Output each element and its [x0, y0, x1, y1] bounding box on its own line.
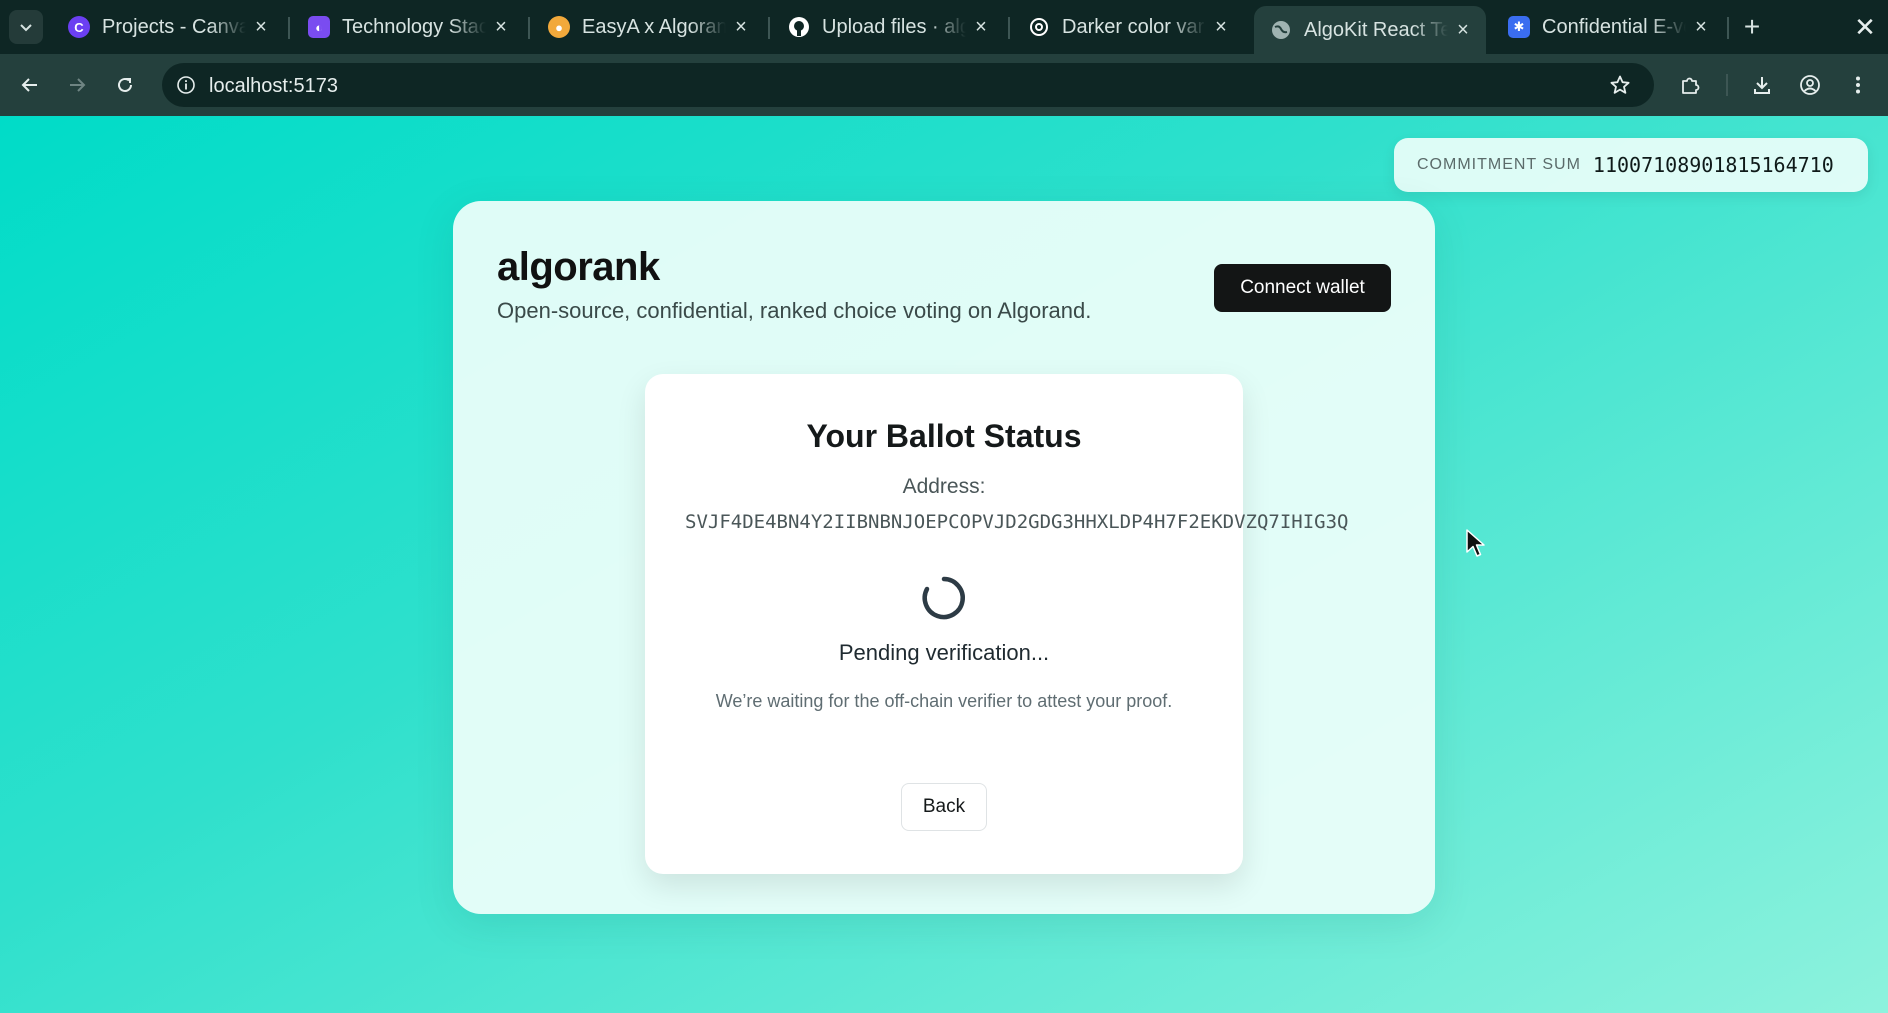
chevron-down-icon [20, 24, 32, 32]
arrow-right-icon [70, 78, 86, 92]
app-subtitle: Open-source, confidential, ranked choice… [497, 298, 1092, 323]
downloads-button[interactable] [1744, 67, 1780, 103]
ballot-status-panel: Your Ballot Status Address: SVJF4DE4BN4Y… [645, 374, 1348, 874]
account-icon [1800, 75, 1820, 95]
commitment-sum-badge: COMMITMENT SUM 11007108901815164710 [1394, 138, 1868, 192]
close-icon[interactable]: × [1686, 16, 1716, 39]
canva-icon: C [68, 16, 90, 38]
openai-icon [1028, 16, 1050, 38]
connect-wallet-button[interactable]: Connect wallet [1214, 264, 1391, 312]
tab-title: Upload files · algorank [822, 15, 966, 38]
tab-projects-canva[interactable]: C Projects - Canva × [52, 6, 284, 48]
page-viewport: COMMITMENT SUM 11007108901815164710 algo… [0, 116, 1888, 1013]
bookmark-star-icon[interactable] [1606, 71, 1634, 99]
browser-menu-button[interactable] [1840, 67, 1876, 103]
tab-technology-stack[interactable]: ◐ Technology Stack × [292, 6, 524, 48]
close-icon[interactable]: × [1206, 16, 1236, 39]
tab-title: Projects - Canva [102, 15, 246, 38]
app-icon: ✱ [1508, 16, 1530, 38]
tab-title: AlgoKit React Template [1304, 18, 1448, 41]
loading-spinner-icon [922, 576, 965, 620]
extensions-button[interactable] [1672, 67, 1708, 103]
main-card: algorank Open-source, confidential, rank… [453, 201, 1435, 914]
window-close-button[interactable]: ✕ [1848, 10, 1882, 44]
tab-easya-algorand[interactable]: ● EasyA x Algorand × [532, 6, 764, 48]
close-icon[interactable]: × [1448, 19, 1478, 42]
verification-status: Pending verification... [838, 640, 1050, 665]
forward-nav-button[interactable] [59, 67, 95, 103]
ballot-address: Address: SVJF4DE4BN4Y2IIBNBNJOEPCOPVJD2G… [685, 469, 1348, 540]
url-text: localhost:5173 [209, 75, 338, 97]
new-tab-button[interactable]: + [1735, 10, 1769, 44]
user-icon: ● [548, 16, 570, 38]
arrow-left-icon [21, 78, 37, 92]
address-value: SVJF4DE4BN4Y2IIBNBNJOEPCOPVJD2GDG3HHXLDP… [685, 511, 1349, 533]
tab-confidential-evoting[interactable]: ✱ Confidential E-voting × [1492, 6, 1724, 48]
back-nav-button[interactable] [12, 67, 48, 103]
tab-title: EasyA x Algorand [582, 15, 726, 38]
mouse-pointer-icon [1466, 529, 1485, 557]
tab-title: Darker color variant [1062, 15, 1206, 38]
app-title: algorank [497, 245, 660, 289]
tab-search-button[interactable] [9, 10, 43, 44]
close-icon[interactable]: × [486, 16, 516, 39]
globe-icon [1270, 19, 1292, 41]
puzzle-icon [1682, 77, 1700, 94]
profile-button[interactable] [1792, 67, 1828, 103]
ballot-status-title: Your Ballot Status [806, 418, 1082, 454]
address-label: Address: [902, 475, 986, 498]
reload-icon [118, 77, 132, 92]
tab-title: Confidential E-voting [1542, 15, 1686, 38]
close-icon[interactable]: × [966, 16, 996, 39]
close-icon: ✕ [1854, 11, 1876, 42]
verification-message: We’re waiting for the off-chain verifier… [715, 691, 1173, 711]
tab-upload-files[interactable]: Upload files · algorank × [772, 6, 1004, 48]
tab-algokit-react[interactable]: AlgoKit React Template × [1254, 6, 1486, 54]
commitment-sum-value: 11007108901815164710 [1592, 153, 1834, 177]
close-icon[interactable]: × [246, 16, 276, 39]
download-icon [1754, 77, 1770, 94]
back-button[interactable]: Back [901, 783, 987, 831]
tab-darker-color[interactable]: Darker color variant × [1012, 6, 1244, 48]
app-icon: ◐ [308, 16, 330, 38]
github-icon [788, 16, 810, 38]
plus-icon: + [1743, 11, 1761, 42]
site-info-icon[interactable] [172, 71, 200, 99]
close-icon[interactable]: × [726, 16, 756, 39]
commitment-sum-label: COMMITMENT SUM [1417, 156, 1581, 173]
tab-strip: C Projects - Canva × ◐ Technology Stack … [0, 0, 1888, 54]
address-bar[interactable]: localhost:5173 [162, 63, 1654, 107]
tab-title: Technology Stack [342, 15, 486, 38]
reload-button[interactable] [107, 67, 143, 103]
browser-toolbar: localhost:5173 [0, 54, 1888, 116]
more-vertical-icon [1856, 76, 1860, 94]
